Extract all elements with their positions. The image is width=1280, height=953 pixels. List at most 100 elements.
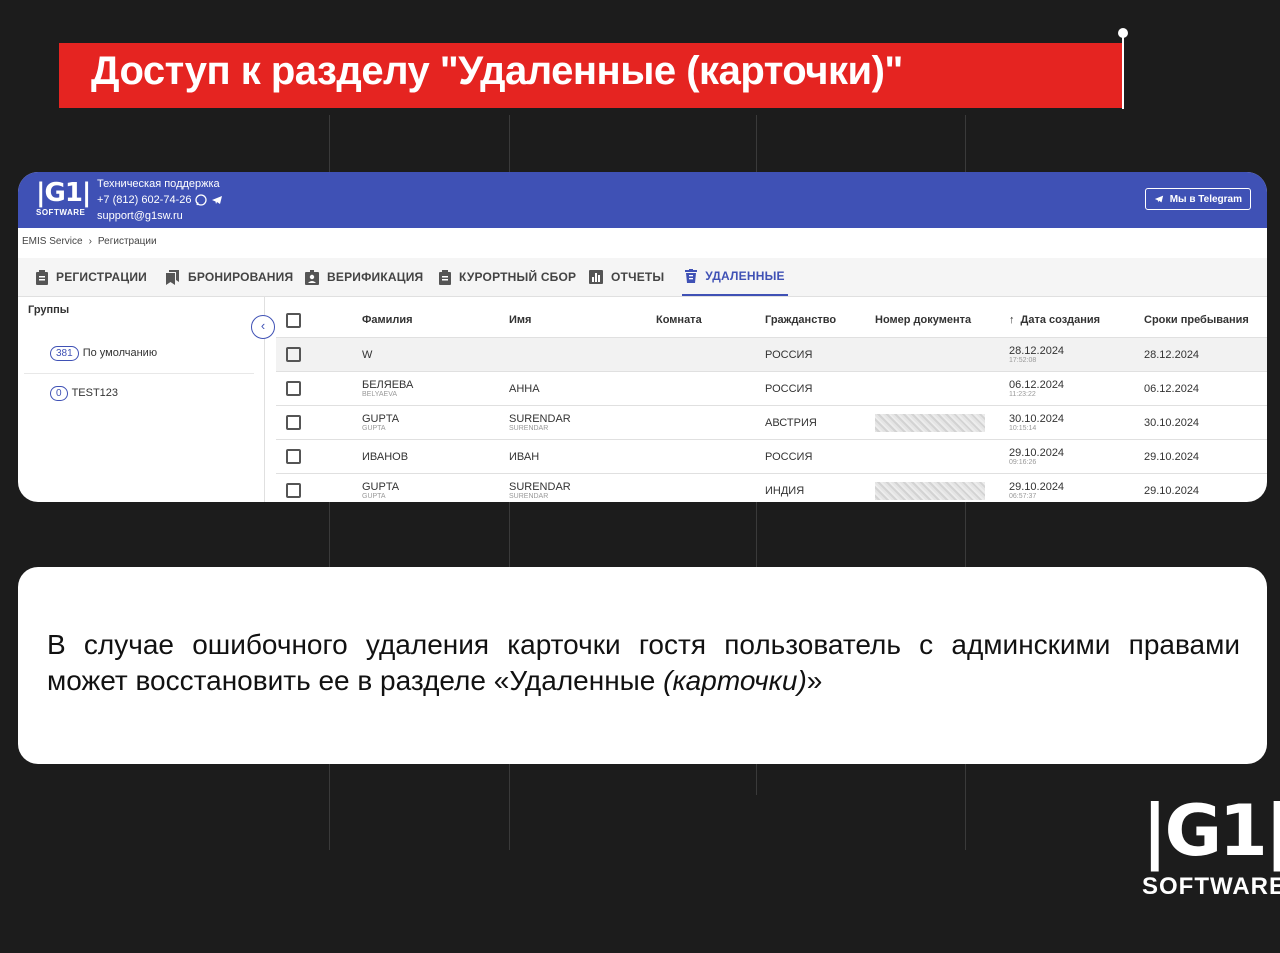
cell-subvalue: GUPTA (362, 424, 386, 432)
cell-last-name: ИВАНОВ (362, 440, 408, 473)
tab-verification[interactable]: ВЕРИФИКАЦИЯ (305, 258, 423, 296)
cell-value: БЕЛЯЕВА (362, 378, 414, 391)
slide-title: Доступ к разделу "Удаленные (карточки)" (91, 49, 903, 93)
table-header: Фамилия Имя Комната Гражданство Номер до… (276, 303, 1267, 338)
telegram-button-label: Мы в Telegram (1169, 193, 1242, 205)
whatsapp-icon[interactable] (195, 194, 208, 206)
tab-bookings[interactable]: БРОНИРОВАНИЯ (166, 258, 293, 296)
group-item[interactable]: 0 TEST123 (24, 373, 254, 413)
trash-icon (685, 269, 698, 283)
cell-subvalue: SURENDAR (509, 492, 549, 500)
footer-logo-sub: SOFTWARE (1142, 873, 1280, 900)
cell-value: АННА (509, 382, 540, 395)
cell-last-name: W (362, 338, 372, 371)
cell-select (286, 372, 301, 405)
table-body: W РОССИЯ 28.12.2024 17:52:08 28.12.2024 БЕЛЯЕ… (276, 338, 1267, 502)
sort-arrow-icon: ↑ (1009, 314, 1015, 326)
table-row[interactable]: БЕЛЯЕВА BELYAEVA АННА РОССИЯ 06.12.2024 11:23… (276, 372, 1267, 406)
cell-citizenship: РОССИЯ (765, 372, 812, 405)
breadcrumb-root[interactable]: EMIS Service (22, 236, 83, 247)
app-logo[interactable]: |G1| SOFTWARE (36, 178, 91, 218)
cell-select (286, 338, 301, 371)
cell-value: ИНДИЯ (765, 484, 805, 497)
banner-accent-line (1122, 33, 1124, 109)
cell-first-name: SURENDAR SURENDAR (509, 474, 571, 502)
cell-value: 30.10.2024 (1009, 412, 1065, 425)
tab-label: ОТЧЕТЫ (611, 270, 665, 284)
group-item[interactable]: 381 По умолчанию (24, 333, 254, 374)
cell-first-name: ИВАН (509, 440, 539, 473)
tab-deleted[interactable]: УДАЛЕННЫЕ (682, 258, 788, 296)
title-banner: Доступ к разделу "Удаленные (карточки)" (59, 43, 1122, 108)
row-checkbox[interactable] (286, 381, 301, 396)
collapse-panel-button[interactable]: ‹ (251, 315, 275, 339)
support-phone[interactable]: +7 (812) 602-74-26 (97, 192, 191, 208)
column-header[interactable]: Комната (656, 303, 702, 337)
footer-logo: |G1| SOFTWARE (1142, 789, 1280, 901)
breadcrumb-separator: › (88, 236, 92, 247)
group-name: По умолчанию (82, 347, 158, 359)
clipboard-icon (36, 269, 48, 285)
deleted-cards-table: Фамилия Имя Комната Гражданство Номер до… (276, 303, 1267, 502)
banner-accent-dot (1118, 28, 1128, 38)
table-row[interactable]: ИВАНОВ ИВАН РОССИЯ 29.10.2024 09:16:26 29.10.… (276, 440, 1267, 474)
cell-created-date: 29.10.2024 06:57:37 (1009, 474, 1064, 502)
cell-subvalue: 10:15:14 (1009, 424, 1037, 432)
table-row[interactable]: W РОССИЯ 28.12.2024 17:52:08 28.12.2024 (276, 338, 1267, 372)
description-line-2: может восстановить ее в разделе «Удаленн… (47, 665, 664, 696)
cell-last-name: БЕЛЯЕВА BELYAEVA (362, 372, 413, 405)
cell-created-date: 30.10.2024 10:15:14 (1009, 406, 1064, 439)
tab-resort-fee[interactable]: КУРОРТНЫЙ СБОР (439, 258, 576, 296)
column-header[interactable]: Номер документа (875, 303, 971, 337)
cell-select (286, 406, 301, 439)
cell-subvalue: SURENDAR (509, 424, 549, 432)
cell-created-date: 29.10.2024 09:16:26 (1009, 440, 1064, 473)
tab-registrations[interactable]: РЕГИСТРАЦИИ (36, 258, 147, 296)
description-end: » (806, 665, 823, 696)
cell-subvalue: BELYAEVA (362, 390, 398, 398)
tab-reports[interactable]: ОТЧЕТЫ (589, 258, 664, 296)
cell-select (286, 474, 301, 502)
cell-citizenship: АВСТРИЯ (765, 406, 817, 439)
cell-value: SURENDAR (509, 480, 571, 493)
row-checkbox[interactable] (286, 415, 301, 430)
row-checkbox[interactable] (286, 483, 301, 498)
telegram-icon (1154, 195, 1163, 203)
cell-citizenship: ИНДИЯ (765, 474, 804, 502)
cell-value: АВСТРИЯ (765, 416, 817, 429)
cell-citizenship: РОССИЯ (765, 338, 812, 371)
row-checkbox[interactable] (286, 347, 301, 362)
column-header[interactable]: Имя (509, 303, 531, 337)
telegram-button[interactable]: Мы в Telegram (1144, 188, 1251, 210)
cell-value: 06.12.2024 (1144, 382, 1200, 395)
column-header[interactable]: Гражданство (765, 303, 836, 337)
table-row[interactable]: GUPTA GUPTA SURENDAR SURENDAR АВСТРИЯ 30.10.2… (276, 406, 1267, 440)
cell-first-name: АННА (509, 372, 540, 405)
support-title: Техническая поддержка (97, 178, 220, 190)
cell-value: 28.12.2024 (1009, 344, 1065, 357)
group-name: TEST123 (71, 387, 119, 399)
cell-stay-period: 30.10.2024 (1144, 406, 1199, 439)
cell-value: 29.10.2024 (1009, 480, 1065, 493)
cell-value: ИВАН (509, 450, 540, 463)
telegram-icon[interactable] (211, 194, 223, 206)
column-header[interactable]: Сроки пребывания (1144, 303, 1249, 337)
table-row[interactable]: GUPTA GUPTA SURENDAR SURENDAR ИНДИЯ 29.10.202… (276, 474, 1267, 502)
groups-header: Группы (28, 304, 70, 316)
cell-value: SURENDAR (509, 412, 571, 425)
row-checkbox[interactable] (286, 449, 301, 464)
column-header-sorted[interactable]: ↑ Дата создания (1009, 303, 1100, 337)
cell-value: W (362, 348, 373, 361)
logo-text: |G1| (36, 178, 91, 208)
breadcrumb-current: Регистрации (97, 236, 157, 247)
column-header[interactable]: Фамилия (362, 303, 413, 337)
redacted-document-image (875, 481, 985, 500)
cell-stay-period: 06.12.2024 (1144, 372, 1199, 405)
select-all-checkbox[interactable] (286, 312, 301, 328)
cell-value: 29.10.2024 (1144, 450, 1200, 463)
cell-stay-period: 28.12.2024 (1144, 338, 1199, 371)
cell-select (286, 440, 301, 473)
support-email[interactable]: support@g1sw.ru (97, 208, 223, 224)
cell-value: GUPTA (362, 480, 400, 493)
breadcrumb: EMIS Service › Регистрации (22, 236, 157, 247)
